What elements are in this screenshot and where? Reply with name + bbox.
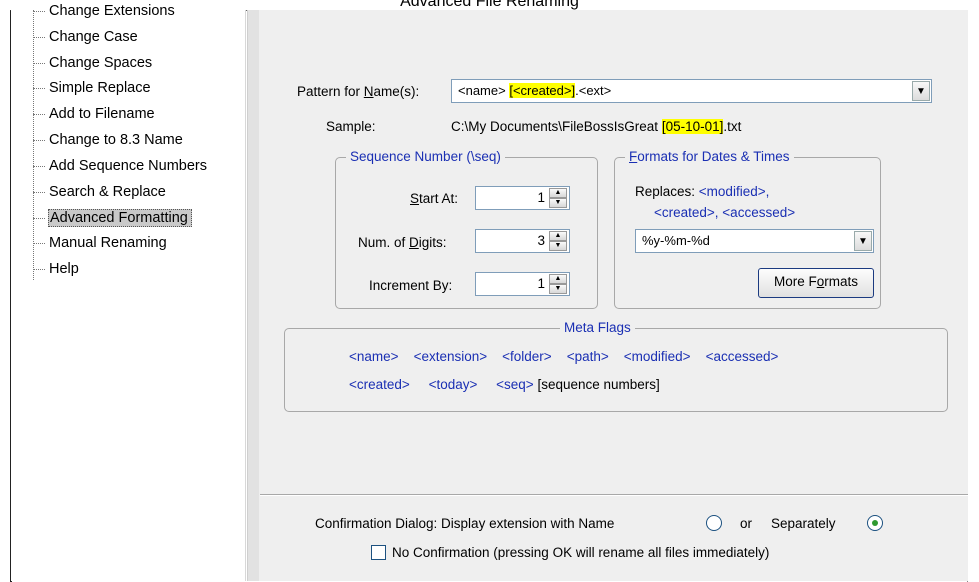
start-at-value[interactable]: 1 — [537, 190, 545, 205]
digits-value[interactable]: 3 — [537, 233, 545, 248]
more-formats-button[interactable]: More Formats — [758, 268, 874, 298]
flag-path: <path> — [566, 349, 609, 364]
panel-edge — [247, 10, 259, 581]
separately-label: Separately — [771, 516, 836, 531]
spin-up-icon[interactable]: ▲ — [549, 274, 567, 284]
sidebar-item-label: Simple Replace — [49, 80, 151, 96]
tree-connector — [33, 191, 45, 193]
sidebar-tree: Change Extensions Change Case Change Space… — [11, 3, 246, 581]
sidebar-item-label: Add Sequence Numbers — [49, 158, 207, 174]
sidebar-item-change-spaces[interactable]: Change Spaces — [33, 53, 155, 73]
spin-up-icon[interactable]: ▲ — [549, 188, 567, 198]
pattern-label: Pattern for Name(s): — [297, 84, 420, 99]
no-confirmation-label: No Confirmation (pressing OK will rename… — [392, 545, 770, 560]
replaces-line2: <created>, <accessed> — [654, 205, 796, 220]
flag-modified: <modified> — [623, 349, 691, 364]
tree-connector — [33, 62, 45, 64]
increment-label: Increment By: — [369, 278, 453, 293]
meta-flags-row2: <created> <today> <seq> [sequence number… — [349, 377, 660, 392]
tree-connector — [33, 10, 45, 12]
start-at-spinner[interactable]: 1 ▲ ▼ — [475, 186, 570, 210]
sidebar-item-label: Advanced Formatting — [48, 209, 192, 227]
sidebar-item-search-replace[interactable]: Search & Replace — [33, 182, 169, 202]
sidebar-item-label: Add to Filename — [49, 106, 155, 122]
sidebar-item-label: Help — [49, 261, 79, 277]
chevron-down-icon[interactable]: ▼ — [912, 81, 930, 101]
sample-value: C:\My Documents\FileBossIsGreat [05-10-0… — [451, 119, 742, 134]
increment-value[interactable]: 1 — [537, 276, 545, 291]
tree-connector — [33, 268, 45, 270]
sidebar-item-label: Change Case — [49, 29, 138, 45]
sidebar-item-label: Change Extensions — [49, 3, 175, 19]
tree-connector — [33, 36, 45, 38]
flag-extension: <extension> — [413, 349, 488, 364]
tree-connector — [33, 217, 45, 219]
start-at-label: Start At: — [410, 191, 459, 206]
sidebar-item-label: Manual Renaming — [49, 235, 167, 251]
flag-name: <name> — [349, 349, 399, 364]
tree-connector — [33, 165, 45, 167]
pattern-combo[interactable]: <name> [<created>].<ext> ▼ — [451, 79, 932, 103]
tree-connector — [33, 139, 45, 141]
increment-spinner[interactable]: 1 ▲ ▼ — [475, 272, 570, 296]
date-format-value[interactable]: %y-%m-%d — [642, 233, 710, 248]
replaces-label: Replaces: <modified>, — [635, 184, 770, 199]
or-label: or — [740, 516, 753, 531]
spin-down-icon[interactable]: ▼ — [549, 284, 567, 294]
sequence-title: Sequence Number (\seq) — [346, 149, 505, 164]
tree-connector — [33, 87, 45, 89]
formats-title: Formats for Dates & Times — [625, 149, 794, 164]
seq-note: [sequence numbers] — [537, 377, 660, 392]
sidebar-item-help[interactable]: Help — [33, 259, 82, 279]
date-format-combo[interactable]: %y-%m-%d ▼ — [635, 229, 874, 253]
sidebar-item-label: Change to 8.3 Name — [49, 132, 183, 148]
digits-label: Num. of Digits: — [358, 235, 447, 250]
no-confirmation-checkbox[interactable] — [371, 545, 386, 560]
meta-flags-title: Meta Flags — [560, 320, 635, 335]
flag-folder: <folder> — [502, 349, 552, 364]
sidebar-item-change-to-8-3-name[interactable]: Change to 8.3 Name — [33, 130, 186, 150]
sidebar-item-advanced-formatting[interactable]: Advanced Formatting — [33, 208, 192, 228]
divider — [260, 494, 968, 496]
spin-down-icon[interactable]: ▼ — [549, 241, 567, 251]
spin-down-icon[interactable]: ▼ — [549, 198, 567, 208]
tree-connector — [33, 242, 45, 244]
flag-today: <today> — [428, 377, 478, 392]
flag-created: <created> — [349, 377, 410, 392]
sidebar-item-manual-renaming[interactable]: Manual Renaming — [33, 233, 170, 253]
pattern-value[interactable]: <name> [<created>].<ext> — [458, 83, 611, 98]
radio-separately[interactable] — [867, 515, 883, 531]
digits-spinner[interactable]: 3 ▲ ▼ — [475, 229, 570, 253]
radio-with-name[interactable] — [706, 515, 722, 531]
sample-label: Sample: — [326, 119, 376, 134]
sidebar-item-label: Search & Replace — [49, 184, 166, 200]
confirmation-label: Confirmation Dialog: Display extension w… — [315, 516, 615, 531]
flag-seq: <seq> — [496, 377, 534, 392]
meta-flags-row1: <name> <extension> <folder> <path> <modi… — [349, 349, 778, 364]
sidebar-item-label: Change Spaces — [49, 55, 153, 71]
sidebar-item-add-sequence-numbers[interactable]: Add Sequence Numbers — [33, 156, 210, 176]
tree-connector — [33, 113, 45, 115]
spin-up-icon[interactable]: ▲ — [549, 231, 567, 241]
meta-flags-group: Meta Flags — [284, 320, 948, 412]
chevron-down-icon[interactable]: ▼ — [854, 231, 872, 251]
sidebar-item-change-case[interactable]: Change Case — [33, 27, 141, 47]
sidebar-item-simple-replace[interactable]: Simple Replace — [33, 78, 154, 98]
sidebar-item-change-extensions[interactable]: Change Extensions — [33, 1, 178, 21]
sidebar-item-add-to-filename[interactable]: Add to Filename — [33, 104, 158, 124]
flag-accessed: <accessed> — [705, 349, 779, 364]
